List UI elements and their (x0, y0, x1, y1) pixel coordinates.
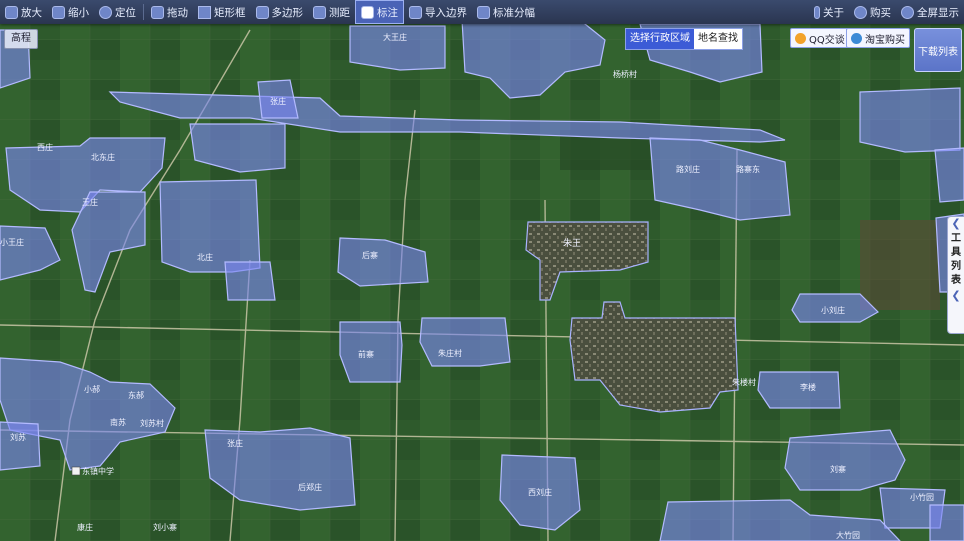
import-boundary-button[interactable]: 导入边界 (404, 0, 472, 24)
download-list-button[interactable]: 下载列表 (914, 28, 962, 72)
ruler-icon (313, 5, 326, 19)
annotate-icon (361, 5, 374, 19)
standard-sheet-label: 标准分幅 (493, 6, 535, 19)
tab-place-search[interactable]: 地名查找 (694, 29, 742, 49)
place-label: 西庄 (37, 142, 53, 152)
tab-select-region[interactable]: 选择行政区域 (626, 29, 694, 49)
place-label: 刘苏村 (140, 418, 164, 428)
place-label: 东郝 (128, 390, 144, 400)
place-label: 北庄 (197, 252, 213, 262)
place-label: 大竹园 (836, 530, 860, 540)
school-marker-icon (71, 466, 81, 476)
about-label: 关于 (823, 6, 844, 19)
pan-icon (151, 5, 164, 19)
taobao-icon (851, 32, 862, 44)
import-boundary-icon (409, 5, 422, 19)
place-label: 刘小寨 (153, 522, 177, 532)
chevron-left-icon[interactable]: ❮ (948, 289, 964, 303)
fullscreen-label: 全屏显示 (917, 6, 959, 19)
place-label: 小竹园 (910, 492, 934, 502)
zoom-in-label: 放大 (21, 6, 42, 19)
place-label: 路刘庄 (676, 164, 700, 174)
place-label: 南苏 (110, 417, 126, 427)
place-label: 李楼 (800, 382, 816, 392)
qq-icon (795, 32, 806, 44)
map-toolbar: 放大 缩小 定位 拖动 矩形框 多边形 测距 标注 导入边界 标准分幅 关于 购… (0, 0, 964, 24)
zoom-out-button[interactable]: 缩小 (47, 0, 94, 24)
toolbar-right-group: 关于 购买 全屏显示 (809, 0, 964, 24)
place-label: 前寨 (358, 349, 374, 359)
toolbar-divider (143, 4, 144, 20)
qq-chat-button[interactable]: QQ交谈 (790, 28, 850, 48)
place-label: 后郑庄 (298, 482, 322, 492)
chevron-left-icon[interactable]: ❮ (948, 217, 964, 231)
zoom-out-label: 缩小 (68, 6, 89, 19)
tool-list-char: 列 (951, 261, 961, 272)
locate-button[interactable]: 定位 (94, 0, 141, 24)
locate-label: 定位 (115, 6, 136, 19)
place-label: 大王庄 (383, 32, 407, 42)
pan-button[interactable]: 拖动 (146, 0, 193, 24)
zoom-in-icon (5, 5, 18, 19)
place-label: 张庄 (227, 438, 243, 448)
place-label: 杨桥村 (613, 69, 637, 79)
elevation-button[interactable]: 高程 (4, 29, 38, 49)
tool-list-char: 具 (951, 247, 961, 258)
place-label: 东镇中学 (82, 466, 114, 476)
satellite-map[interactable]: 大王庄 杨桥村 西庄 张庄 北东庄 王庄 小王庄 北庄 后寨 朱王 路刘庄 路寨… (0, 0, 964, 541)
grid-sheet-icon (477, 5, 490, 19)
fullscreen-button[interactable]: 全屏显示 (896, 0, 964, 24)
measure-distance-button[interactable]: 测距 (308, 0, 355, 24)
place-label: 王庄 (82, 197, 98, 207)
place-label: 朱楼村 (732, 377, 756, 387)
place-label: 北东庄 (91, 152, 115, 162)
import-boundary-label: 导入边界 (425, 6, 467, 19)
standard-sheet-button[interactable]: 标准分幅 (472, 0, 540, 24)
tool-list-char: 工 (951, 233, 961, 244)
tool-list-panel[interactable]: ❮ 工 具 列 表 ❮ (947, 216, 964, 334)
place-label: 朱庄村 (438, 348, 462, 358)
measure-label: 测距 (329, 6, 350, 19)
info-icon (814, 5, 820, 19)
locate-icon (99, 5, 112, 19)
purchase-button[interactable]: 购买 (849, 0, 896, 24)
field-patch-brown (860, 220, 940, 310)
place-label: 刘寨 (830, 464, 846, 474)
place-label: 路寨东 (736, 164, 760, 174)
rectangle-icon (198, 5, 211, 19)
place-label: 后寨 (362, 250, 378, 260)
annotate-button[interactable]: 标注 (355, 0, 404, 24)
taobao-label: 淘宝购买 (865, 34, 905, 46)
zoom-out-icon (52, 5, 65, 19)
qq-label: QQ交谈 (809, 34, 845, 46)
place-label: 康庄 (77, 522, 93, 532)
purchase-label: 购买 (870, 6, 891, 19)
place-label: 张庄 (270, 96, 286, 106)
polygon-label: 多边形 (271, 6, 304, 19)
rectangle-select-button[interactable]: 矩形框 (193, 0, 251, 24)
place-label: 西刘庄 (528, 487, 552, 497)
place-label: 朱王 (563, 237, 581, 249)
polygon-icon (255, 5, 269, 19)
place-label: 刘苏 (10, 432, 26, 442)
rectangle-label: 矩形框 (214, 6, 246, 19)
place-label: 小王庄 (0, 237, 24, 247)
region-search-tabs: 选择行政区域 地名查找 (625, 28, 743, 50)
place-label: 小郝 (84, 384, 100, 394)
tool-list-char: 表 (951, 275, 961, 286)
about-button[interactable]: 关于 (809, 0, 849, 24)
fullscreen-icon (901, 5, 914, 19)
taobao-buy-button[interactable]: 淘宝购买 (846, 28, 910, 48)
polygon-select-button[interactable]: 多边形 (251, 0, 309, 24)
place-label: 小刘庄 (821, 305, 845, 315)
download-list-label: 下载列表 (918, 46, 958, 58)
annotate-label: 标注 (377, 6, 398, 19)
purchase-icon (854, 5, 867, 19)
pan-label: 拖动 (167, 6, 188, 19)
zoom-in-button[interactable]: 放大 (0, 0, 47, 24)
